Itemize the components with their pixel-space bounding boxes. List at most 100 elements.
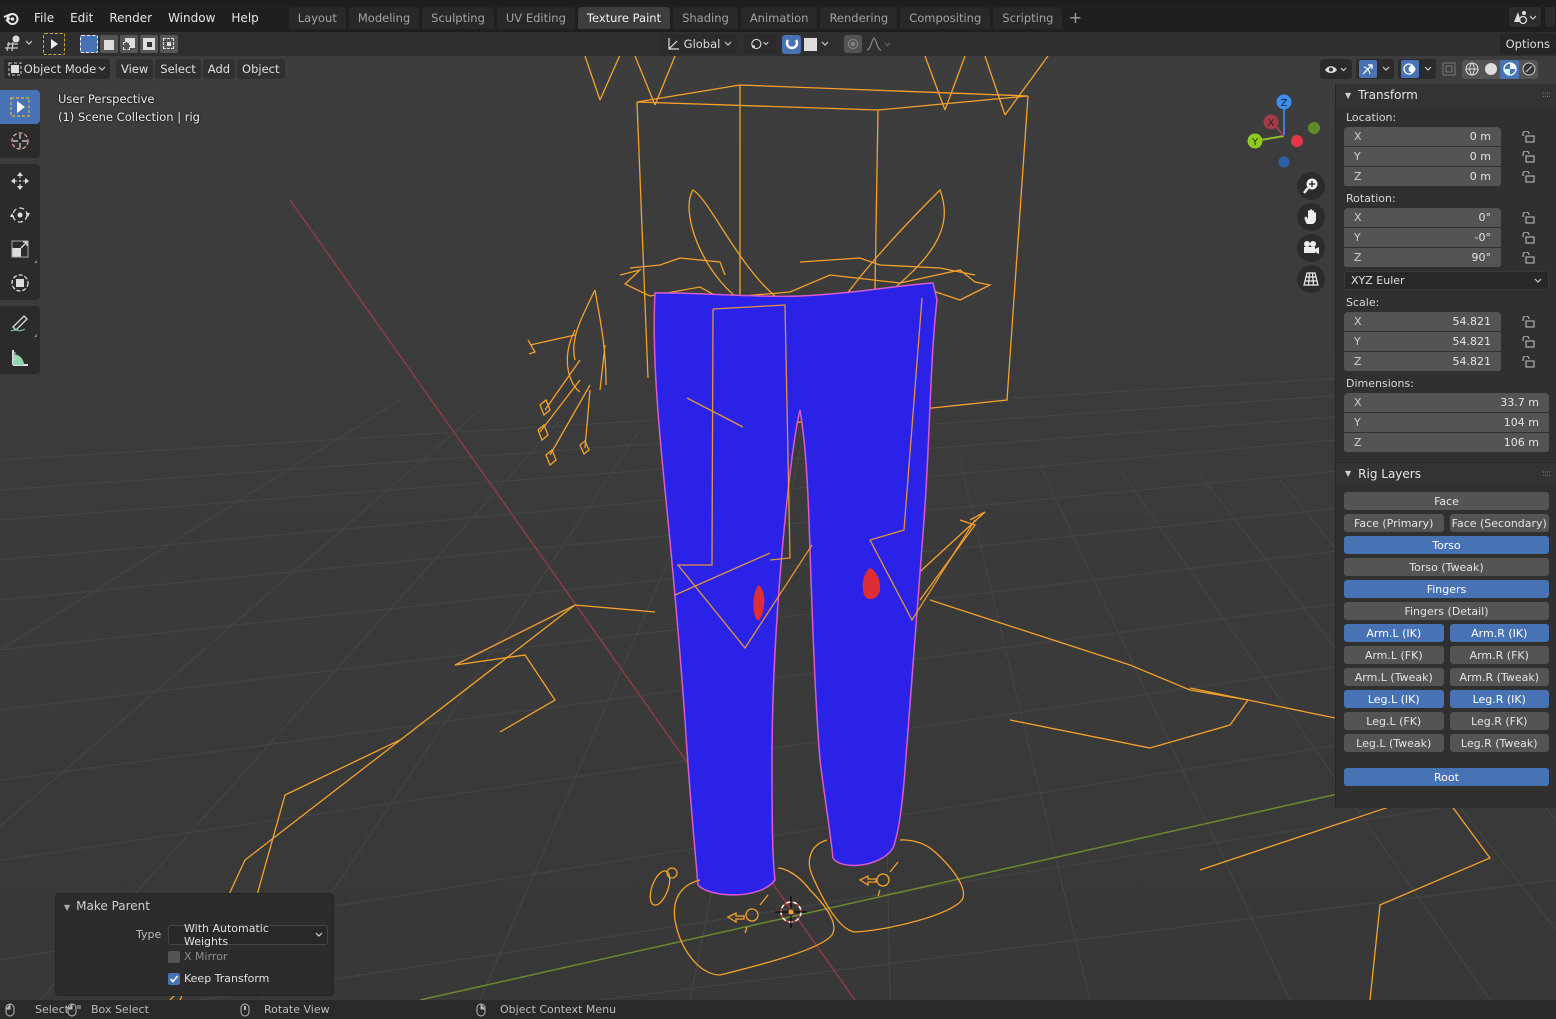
rotation-z-field[interactable]: Z 90° <box>1344 248 1501 267</box>
lock-scale-x-icon[interactable] <box>1521 312 1541 331</box>
transform-panel-header[interactable]: ▼ Transform :::: <box>1336 84 1556 106</box>
ortho-toggle-button[interactable] <box>1297 265 1325 293</box>
tab-rendering[interactable]: Rendering <box>820 7 898 29</box>
menu-window[interactable]: Window <box>160 7 223 29</box>
scene-selector-button[interactable] <box>1508 6 1542 28</box>
menu-object[interactable]: Object <box>237 59 285 79</box>
layer-arm-l-ik-button[interactable]: Arm.L (IK) <box>1344 624 1444 642</box>
zoom-view-button[interactable] <box>1297 172 1325 200</box>
menu-add[interactable]: Add <box>202 59 236 79</box>
lock-rotation-y-icon[interactable] <box>1521 228 1541 247</box>
dimensions-y-field[interactable]: Y 104 m <box>1344 413 1549 432</box>
layer-arm-r-fk-button[interactable]: Arm.R (FK) <box>1449 646 1549 664</box>
tool-select-box[interactable] <box>0 90 40 124</box>
pivot-point-dropdown[interactable] <box>744 34 776 54</box>
snap-toggle[interactable] <box>782 34 801 54</box>
mode-dropdown[interactable]: Object Mode <box>4 59 110 79</box>
shading-solid-button[interactable] <box>1481 60 1500 79</box>
active-tool-button[interactable] <box>43 33 65 55</box>
layer-leg-r-ik-button[interactable]: Leg.R (IK) <box>1449 690 1549 708</box>
scale-z-field[interactable]: Z 54.821 <box>1344 352 1501 371</box>
falloff-curve-icon[interactable] <box>866 37 892 51</box>
blender-logo-icon[interactable] <box>2 9 20 27</box>
rig-layers-panel-header[interactable]: ▼ Rig Layers :::: <box>1336 462 1556 484</box>
layer-leg-r-tweak-button[interactable]: Leg.R (Tweak) <box>1449 734 1549 752</box>
tab-shading[interactable]: Shading <box>673 7 738 29</box>
layer-arm-l-fk-button[interactable]: Arm.L (FK) <box>1344 646 1444 664</box>
tool-rotate[interactable] <box>0 198 40 232</box>
tool-scale[interactable] <box>0 232 40 266</box>
tab-modeling[interactable]: Modeling <box>348 7 420 29</box>
dimensions-x-field[interactable]: X 33.7 m <box>1344 393 1549 412</box>
shading-rendered-button[interactable] <box>1519 60 1538 79</box>
layer-fingers-detail-button[interactable]: Fingers (Detail) <box>1344 602 1549 620</box>
layer-leg-l-ik-button[interactable]: Leg.L (IK) <box>1344 690 1444 708</box>
location-x-field[interactable]: X0 m <box>1344 127 1501 146</box>
lock-rotation-x-icon[interactable] <box>1521 208 1541 227</box>
select-new-icon[interactable] <box>80 35 98 53</box>
tool-annotate[interactable] <box>0 306 40 340</box>
visibility-dropdown[interactable] <box>1320 59 1352 79</box>
chevron-down-icon[interactable] <box>820 39 830 49</box>
layer-leg-r-fk-button[interactable]: Leg.R (FK) <box>1449 712 1549 730</box>
scale-y-field[interactable]: Y 54.821 <box>1344 332 1501 351</box>
select-extend-icon[interactable] <box>100 35 118 53</box>
tool-measure[interactable] <box>0 340 40 374</box>
dimensions-z-field[interactable]: Z 106 m <box>1344 433 1549 452</box>
shading-material-button[interactable] <box>1500 59 1519 79</box>
shading-wireframe-button[interactable] <box>1462 60 1481 79</box>
xray-toggle[interactable] <box>1440 60 1458 78</box>
lock-rotation-z-icon[interactable] <box>1521 248 1541 267</box>
tab-compositing[interactable]: Compositing <box>900 7 991 29</box>
layer-arm-r-ik-button[interactable]: Arm.R (IK) <box>1449 624 1549 642</box>
lock-location-y-icon[interactable] <box>1521 147 1541 166</box>
navigation-gizmo[interactable]: X Y Z <box>1240 92 1330 172</box>
menu-view[interactable]: View <box>116 59 154 79</box>
layer-face-button[interactable]: Face <box>1344 492 1549 510</box>
x-mirror-checkbox[interactable]: X Mirror <box>168 950 227 963</box>
rotation-x-field[interactable]: X 0° <box>1344 208 1501 227</box>
drag-grip-icon[interactable]: :::: <box>1542 469 1551 479</box>
select-invert-icon[interactable] <box>140 35 158 53</box>
tab-scripting[interactable]: Scripting <box>993 7 1063 29</box>
layer-torso-tweak-button[interactable]: Torso (Tweak) <box>1344 558 1549 576</box>
parent-type-dropdown[interactable]: With Automatic Weights <box>168 922 328 948</box>
keep-transform-checkbox[interactable]: Keep Transform <box>168 972 269 985</box>
select-intersect-icon[interactable] <box>160 35 178 53</box>
3d-viewport[interactable]: X Y Z User Perspective (1) Scene Collect… <box>0 56 1556 1000</box>
layer-arm-l-tweak-button[interactable]: Arm.L (Tweak) <box>1344 668 1444 686</box>
layer-face-secondary-button[interactable]: Face (Secondary) <box>1449 514 1549 532</box>
rotation-mode-dropdown[interactable]: XYZ Euler <box>1344 271 1549 290</box>
rotation-y-field[interactable]: Y -0° <box>1344 228 1501 247</box>
transform-orientation-dropdown[interactable]: Global <box>660 34 738 54</box>
menu-select[interactable]: Select <box>155 59 201 79</box>
lock-location-x-icon[interactable] <box>1521 127 1541 146</box>
menu-help[interactable]: Help <box>223 7 266 29</box>
scene-name-field[interactable] <box>1544 6 1556 28</box>
options-button[interactable]: Options <box>1499 33 1556 55</box>
menu-file[interactable]: File <box>26 7 62 29</box>
tool-move[interactable] <box>0 164 40 198</box>
scale-x-field[interactable]: X 54.821 <box>1344 312 1501 331</box>
tab-sculpting[interactable]: Sculpting <box>422 7 494 29</box>
lock-location-z-icon[interactable] <box>1521 167 1541 186</box>
layer-leg-l-fk-button[interactable]: Leg.L (FK) <box>1344 712 1444 730</box>
lock-scale-y-icon[interactable] <box>1521 332 1541 351</box>
proportional-editing-toggle[interactable] <box>844 35 862 53</box>
layer-arm-r-tweak-button[interactable]: Arm.R (Tweak) <box>1449 668 1549 686</box>
gizmo-toggle[interactable] <box>1356 59 1394 79</box>
make-parent-header[interactable]: ▼ Make Parent <box>64 899 150 913</box>
snap-element-icon[interactable] <box>804 37 817 51</box>
lock-scale-z-icon[interactable] <box>1521 352 1541 371</box>
overlays-toggle[interactable] <box>1398 59 1436 79</box>
menu-edit[interactable]: Edit <box>62 7 101 29</box>
layer-leg-l-tweak-button[interactable]: Leg.L (Tweak) <box>1344 734 1444 752</box>
tool-transform[interactable] <box>0 266 40 300</box>
camera-view-button[interactable] <box>1297 234 1325 262</box>
location-y-field[interactable]: Y0 m <box>1344 147 1501 166</box>
add-workspace-button[interactable]: + <box>1065 7 1085 29</box>
layer-root-button[interactable]: Root <box>1344 768 1549 786</box>
tool-cursor[interactable] <box>0 124 40 158</box>
menu-render[interactable]: Render <box>101 7 160 29</box>
tab-uv-editing[interactable]: UV Editing <box>496 7 575 29</box>
